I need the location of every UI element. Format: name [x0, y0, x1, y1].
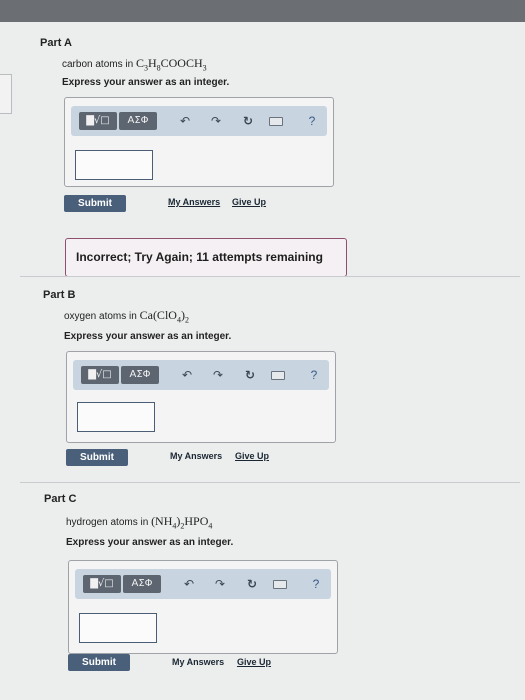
undo-icon[interactable]: ↶ — [176, 112, 194, 130]
side-tab[interactable] — [0, 74, 12, 114]
part-c-title: Part C — [44, 493, 77, 505]
redo-icon[interactable]: ↷ — [211, 575, 229, 593]
part-b-toolbar: ▇√□ ΑΣΦ ↶ ↷ ↻ ? — [73, 360, 329, 390]
part-a-title: Part A — [40, 37, 72, 49]
part-c-instruction: Express your answer as an integer. — [66, 537, 234, 548]
part-b-submit-button[interactable]: Submit — [66, 449, 128, 466]
part-a-submit-button[interactable]: Submit — [64, 195, 126, 212]
part-b-title: Part B — [43, 289, 76, 301]
part-a-my-answers-link[interactable]: My Answers — [168, 197, 220, 207]
templates-button[interactable]: ▇√□ — [83, 575, 121, 593]
browser-top-bar — [0, 0, 525, 22]
part-b-formula: Ca(ClO4)2 — [139, 308, 189, 325]
keyboard-icon[interactable] — [269, 366, 287, 384]
part-a-give-up-link[interactable]: Give Up — [232, 197, 266, 207]
part-b-my-answers-link[interactable]: My Answers — [170, 451, 222, 461]
part-c-answer-editor: ▇√□ ΑΣΦ ↶ ↷ ↻ ? — [68, 560, 338, 654]
part-b-question-text: oxygen atoms in — [64, 311, 137, 322]
part-c-give-up-link[interactable]: Give Up — [237, 657, 271, 667]
part-c-submit-button[interactable]: Submit — [68, 654, 130, 671]
templates-button[interactable]: ▇√□ — [79, 112, 117, 130]
divider — [20, 482, 520, 483]
part-c-formula: (NH4)2HPO4 — [151, 514, 213, 531]
part-b-question: oxygen atoms in Ca(ClO4)2 — [64, 308, 189, 324]
reset-icon[interactable]: ↻ — [243, 575, 261, 593]
help-icon[interactable]: ? — [305, 366, 323, 384]
part-b-give-up-link[interactable]: Give Up — [235, 451, 269, 461]
part-c-question-text: hydrogen atoms in — [66, 517, 149, 528]
reset-icon[interactable]: ↻ — [239, 112, 257, 130]
part-b-answer-input[interactable] — [77, 402, 155, 432]
part-a-question: carbon atoms in C3H8COOCH3 — [62, 56, 207, 72]
greek-symbols-button[interactable]: ΑΣΦ — [119, 112, 157, 130]
keyboard-icon[interactable] — [267, 112, 285, 130]
reset-icon[interactable]: ↻ — [241, 366, 259, 384]
help-icon[interactable]: ? — [307, 575, 325, 593]
undo-icon[interactable]: ↶ — [178, 366, 196, 384]
part-a-answer-input[interactable] — [75, 150, 153, 180]
undo-icon[interactable]: ↶ — [180, 575, 198, 593]
part-a-toolbar: ▇√□ ΑΣΦ ↶ ↷ ↻ ? — [71, 106, 327, 136]
templates-button[interactable]: ▇√□ — [81, 366, 119, 384]
divider — [20, 276, 520, 277]
part-a-question-text: carbon atoms in — [62, 59, 134, 70]
redo-icon[interactable]: ↷ — [209, 366, 227, 384]
part-a-answer-editor: ▇√□ ΑΣΦ ↶ ↷ ↻ ? — [64, 97, 334, 187]
part-c-my-answers-link[interactable]: My Answers — [172, 657, 224, 667]
feedback-message: Incorrect; Try Again; 11 attempts remain… — [65, 238, 347, 277]
part-b-answer-editor: ▇√□ ΑΣΦ ↶ ↷ ↻ ? — [66, 351, 336, 443]
part-c-toolbar: ▇√□ ΑΣΦ ↶ ↷ ↻ ? — [75, 569, 331, 599]
help-icon[interactable]: ? — [303, 112, 321, 130]
greek-symbols-button[interactable]: ΑΣΦ — [121, 366, 159, 384]
keyboard-icon[interactable] — [271, 575, 289, 593]
part-b-instruction: Express your answer as an integer. — [64, 331, 232, 342]
greek-symbols-button[interactable]: ΑΣΦ — [123, 575, 161, 593]
redo-icon[interactable]: ↷ — [207, 112, 225, 130]
part-a-instruction: Express your answer as an integer. — [62, 77, 230, 88]
part-c-question: hydrogen atoms in (NH4)2HPO4 — [66, 514, 212, 530]
part-c-answer-input[interactable] — [79, 613, 157, 643]
page-content: Part A carbon atoms in C3H8COOCH3 Expres… — [0, 22, 525, 700]
part-a-formula: C3H8COOCH3 — [135, 56, 207, 73]
